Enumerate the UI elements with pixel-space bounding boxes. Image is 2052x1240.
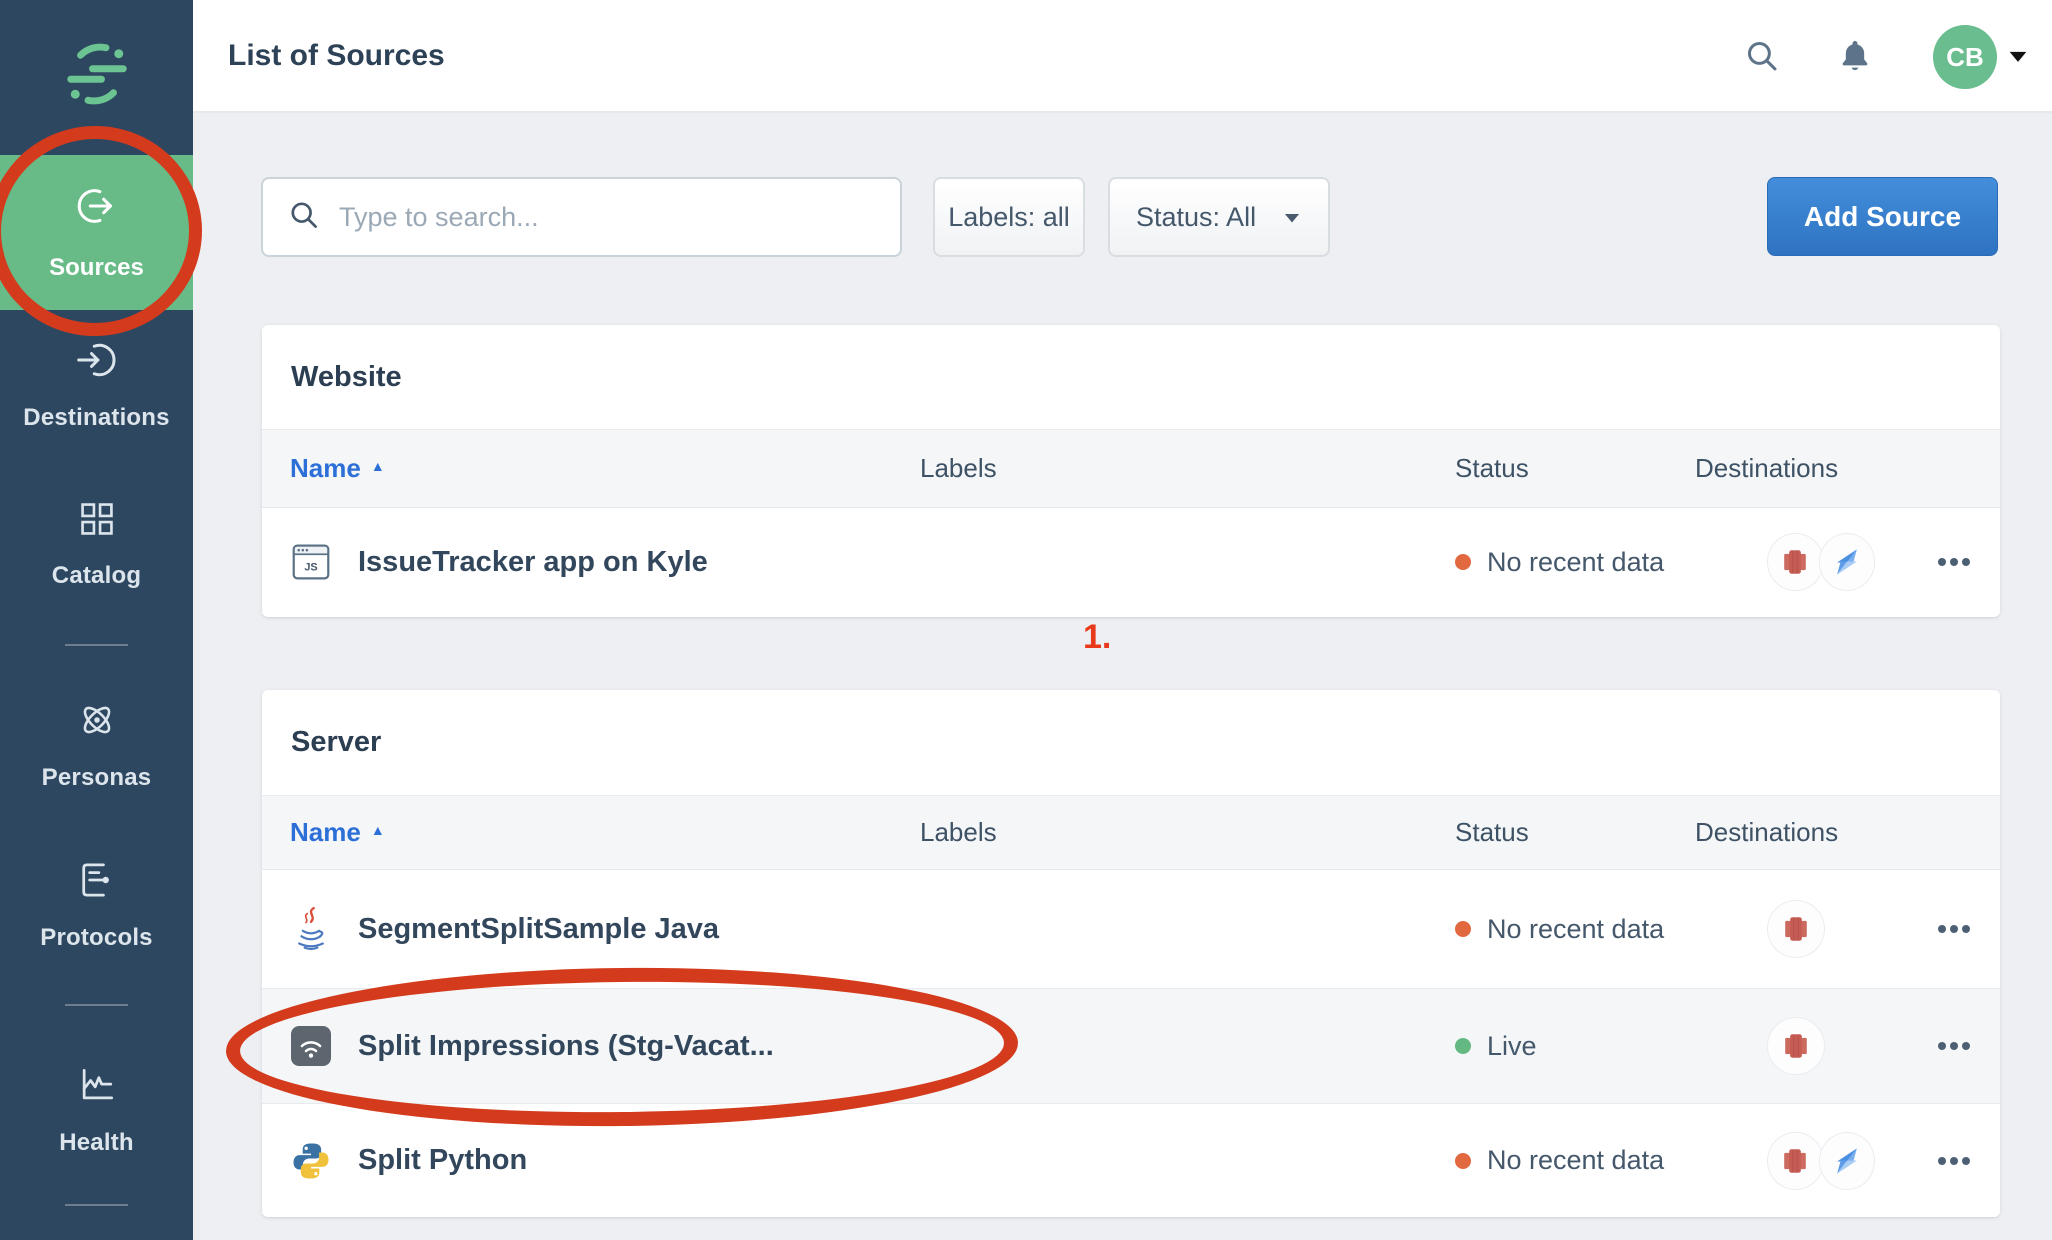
destinations-cell	[1695, 1132, 1875, 1190]
row-overflow-menu[interactable]	[1875, 1041, 2000, 1051]
sidebar-item-destinations[interactable]: Destinations	[0, 338, 193, 432]
section-title: Server	[262, 690, 2000, 795]
sidebar-divider	[65, 1004, 128, 1006]
column-header-status: Status	[1455, 817, 1695, 848]
column-header-destinations: Destinations	[1695, 453, 1875, 484]
sidebar-item-label: Catalog	[52, 562, 141, 590]
python-source-icon	[290, 1140, 332, 1182]
column-header-name[interactable]: Name▲	[290, 817, 920, 848]
search-icon[interactable]	[1743, 0, 1781, 111]
status-cell: Live	[1455, 1031, 1695, 1062]
table-row-highlighted[interactable]: Split Impressions (Stg-Vacat... Live	[262, 988, 2000, 1103]
redshift-destination-icon[interactable]	[1767, 533, 1824, 591]
column-header-destinations: Destinations	[1695, 817, 1875, 848]
source-name: Split Python	[358, 1144, 527, 1177]
split-destination-icon[interactable]	[1819, 533, 1876, 591]
add-source-button[interactable]: Add Source	[1767, 177, 1998, 256]
chevron-down-icon	[1282, 209, 1302, 226]
destinations-cell	[1695, 533, 1875, 591]
source-name-cell[interactable]: Split Python	[290, 1140, 920, 1182]
column-header-status: Status	[1455, 453, 1695, 484]
personas-icon	[75, 698, 119, 742]
source-name-cell[interactable]: SegmentSplitSample Java	[290, 905, 920, 953]
table-row[interactable]: SegmentSplitSample Java No recent data	[262, 870, 2000, 988]
avatar[interactable]: CB	[1933, 25, 1997, 89]
protocols-icon	[75, 858, 119, 902]
status-text: No recent data	[1487, 914, 1664, 945]
source-name-cell[interactable]: IssueTracker app on Kyle	[290, 540, 920, 584]
sort-ascending-icon: ▲	[371, 458, 385, 474]
status-cell: No recent data	[1455, 914, 1695, 945]
search-input[interactable]	[339, 202, 859, 233]
status-cell: No recent data	[1455, 547, 1695, 578]
sort-ascending-icon: ▲	[371, 822, 385, 838]
status-text: Live	[1487, 1031, 1537, 1062]
sidebar-item-label: Protocols	[40, 924, 152, 952]
catalog-icon	[76, 498, 118, 540]
status-dot	[1455, 554, 1471, 570]
wifi-source-icon	[290, 1026, 332, 1066]
sidebar-item-protocols[interactable]: Protocols	[0, 858, 193, 952]
sidebar-item-label: Health	[59, 1129, 134, 1157]
source-name-cell[interactable]: Split Impressions (Stg-Vacat...	[290, 1026, 920, 1066]
split-destination-icon[interactable]	[1819, 1132, 1876, 1190]
status-filter-dropdown[interactable]: Status: All	[1108, 177, 1330, 257]
destinations-cell	[1695, 900, 1875, 958]
sidebar-item-label: Sources	[49, 254, 144, 282]
java-source-icon	[290, 905, 332, 953]
redshift-destination-icon[interactable]	[1767, 1132, 1824, 1190]
search-icon	[287, 198, 321, 237]
destinations-icon	[75, 338, 119, 382]
website-sources-card: Website Name▲ Labels Status Destinations…	[262, 325, 2000, 617]
status-text: No recent data	[1487, 1145, 1664, 1176]
destinations-cell	[1695, 1017, 1875, 1075]
page-title: List of Sources	[228, 0, 445, 111]
table-row[interactable]: IssueTracker app on Kyle No recent data	[262, 508, 2000, 616]
source-name: SegmentSplitSample Java	[358, 913, 719, 946]
chevron-down-icon[interactable]	[2006, 0, 2030, 111]
labels-filter-button[interactable]: Labels: all	[933, 177, 1085, 257]
sidebar-item-health[interactable]: Health	[0, 1063, 193, 1157]
sidebar-item-sources[interactable]: Sources	[0, 155, 193, 310]
status-dot	[1455, 1153, 1471, 1169]
server-sources-card: Server Name▲ Labels Status Destinations …	[262, 690, 2000, 1217]
status-dot	[1455, 921, 1471, 937]
source-name: Split Impressions (Stg-Vacat...	[358, 1030, 774, 1063]
sidebar-divider	[65, 1204, 128, 1206]
column-header-name[interactable]: Name▲	[290, 453, 920, 484]
status-text: No recent data	[1487, 547, 1664, 578]
javascript-source-icon	[290, 540, 332, 584]
search-box	[261, 177, 902, 257]
table-row[interactable]: Split Python No recent data	[262, 1103, 2000, 1217]
table-header: Name▲ Labels Status Destinations	[262, 429, 2000, 508]
row-overflow-menu[interactable]	[1875, 1156, 2000, 1166]
column-header-labels: Labels	[920, 817, 1455, 848]
section-title: Website	[262, 325, 2000, 429]
bell-icon[interactable]	[1835, 0, 1875, 111]
sidebar-item-personas[interactable]: Personas	[0, 698, 193, 792]
redshift-destination-icon[interactable]	[1767, 1017, 1825, 1075]
column-header-labels: Labels	[920, 453, 1455, 484]
sidebar-divider	[65, 644, 128, 646]
sidebar-item-catalog[interactable]: Catalog	[0, 498, 193, 590]
status-cell: No recent data	[1455, 1145, 1695, 1176]
sources-icon	[74, 183, 120, 234]
redshift-destination-icon[interactable]	[1767, 900, 1825, 958]
source-name: IssueTracker app on Kyle	[358, 546, 708, 579]
table-header: Name▲ Labels Status Destinations	[262, 795, 2000, 870]
sidebar-item-label: Personas	[42, 764, 152, 792]
sidebar-item-label: Destinations	[23, 404, 169, 432]
annotation-step-number: 1.	[1083, 618, 1111, 657]
row-overflow-menu[interactable]	[1875, 557, 2000, 567]
status-dot	[1455, 1038, 1471, 1054]
sidebar: Sources Destinations Catalog Personas Pr…	[0, 0, 193, 1240]
row-overflow-menu[interactable]	[1875, 924, 2000, 934]
top-header: List of Sources CB	[193, 0, 2052, 113]
health-icon	[75, 1063, 119, 1107]
segment-logo[interactable]	[0, 38, 193, 110]
